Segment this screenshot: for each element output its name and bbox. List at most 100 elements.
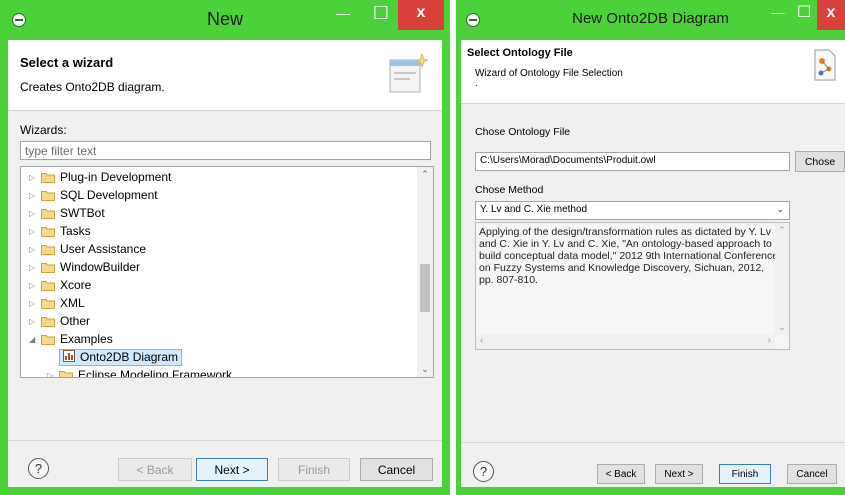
tree-item[interactable]: ▷ Xcore	[29, 276, 91, 294]
scroll-left-icon[interactable]: ‹	[480, 335, 483, 346]
method-description-area[interactable]: Applying of the design/transformation ru…	[475, 222, 790, 350]
wizards-label: Wizards:	[20, 123, 67, 137]
expand-arrow-right-icon[interactable]: ▷	[29, 173, 39, 182]
dialog-body: Select Ontology File Wizard of Ontology …	[461, 40, 845, 487]
expand-arrow-right-icon[interactable]: ▷	[47, 371, 57, 378]
method-label: Chose Method	[475, 184, 544, 196]
folder-icon	[41, 262, 55, 273]
maximize-button[interactable]: ☐	[364, 0, 398, 30]
expand-arrow-right-icon[interactable]: ▷	[29, 299, 39, 308]
close-button[interactable]: x	[398, 0, 444, 30]
finish-button[interactable]: Finish	[719, 464, 771, 484]
folder-icon	[41, 298, 55, 309]
scroll-down-icon[interactable]: ⌄	[775, 322, 789, 333]
tree-item-label: Plug-in Development	[60, 170, 172, 184]
method-select[interactable]: Y. Lv and C. Xie method ⌄	[475, 201, 790, 220]
tree-item[interactable]: ▷ User Assistance	[29, 240, 146, 258]
method-select-value: Y. Lv and C. Xie method	[480, 204, 588, 215]
header-description: Creates Onto2DB diagram.	[20, 80, 165, 94]
description-hscrollbar[interactable]: ‹ ›	[476, 335, 775, 349]
footer-separator	[461, 442, 845, 443]
new-wizard-window: New — ☐ x Select a wizard Creates Onto2D…	[0, 0, 450, 495]
wizard-header: Select Ontology File Wizard of Ontology …	[461, 40, 845, 104]
footer-separator	[8, 440, 442, 441]
expand-arrow-right-icon[interactable]: ▷	[29, 263, 39, 272]
folder-icon	[41, 244, 55, 255]
close-button[interactable]: x	[817, 0, 845, 30]
tree-item[interactable]: ▷ Other	[29, 312, 90, 330]
minimize-button[interactable]: —	[326, 0, 360, 30]
tree-item-label: Other	[60, 314, 91, 328]
scroll-up-icon[interactable]: ⌃	[417, 169, 433, 180]
scroll-down-icon[interactable]: ⌄	[417, 364, 433, 375]
folder-icon	[41, 208, 55, 219]
chose-file-button[interactable]: Chose	[795, 151, 845, 172]
method-description-text: Applying of the design/transformation ru…	[479, 226, 779, 286]
back-button[interactable]: < Back	[597, 464, 645, 484]
folder-icon	[41, 334, 55, 345]
filter-input[interactable]: type filter text	[20, 141, 431, 160]
cancel-button[interactable]: Cancel	[360, 458, 433, 481]
maximize-button[interactable]: ☐	[791, 0, 817, 30]
tree-item-label: SQL Development	[60, 188, 158, 202]
tree-item[interactable]: ◢ Examples	[29, 330, 113, 348]
header-dot: .	[475, 78, 478, 89]
title-bar[interactable]: New — ☐ x	[0, 0, 450, 40]
next-button[interactable]: Next >	[196, 458, 268, 481]
selection-highlight: Onto2DB Diagram	[59, 348, 183, 366]
tree-item-label: XML	[60, 296, 85, 310]
tree-item-selected[interactable]: Onto2DB Diagram	[47, 348, 183, 366]
tree-item-label: User Assistance	[60, 242, 147, 256]
scroll-right-icon[interactable]: ›	[768, 335, 771, 346]
tree-item-label: Tasks	[60, 224, 91, 238]
dialog-body: Select a wizard Creates Onto2DB diagram.…	[8, 40, 442, 487]
expand-arrow-right-icon[interactable]: ▷	[29, 317, 39, 326]
help-icon[interactable]: ?	[473, 461, 494, 482]
tree-item-label: Examples	[60, 332, 113, 346]
tree-item-label: Onto2DB Diagram	[80, 350, 179, 364]
scroll-up-icon[interactable]: ⌃	[775, 225, 789, 236]
tree-item[interactable]: ▷ Plug-in Development	[29, 168, 171, 186]
tree-item[interactable]: ▷ Tasks	[29, 222, 91, 240]
expand-arrow-right-icon[interactable]: ▷	[29, 281, 39, 290]
scroll-thumb[interactable]	[420, 264, 430, 312]
expand-arrow-right-icon[interactable]: ▷	[29, 227, 39, 236]
wizard-tree: ▷ Plug-in Development ▷ SQL Development ▷ SWT…	[20, 166, 434, 378]
wizard-header: Select a wizard Creates Onto2DB diagram.	[8, 40, 442, 111]
tree-item-label: Xcore	[60, 278, 92, 292]
cancel-button[interactable]: Cancel	[787, 464, 837, 484]
file-path-field[interactable]: C:\Users\Morad\Documents\Produit.owl	[475, 152, 790, 171]
finish-button[interactable]: Finish	[278, 458, 350, 481]
tree-item[interactable]: ▷ XML	[29, 294, 85, 312]
back-button[interactable]: < Back	[118, 458, 192, 481]
expand-arrow-right-icon[interactable]: ▷	[29, 191, 39, 200]
description-vscrollbar[interactable]: ⌃ ⌄	[775, 223, 789, 335]
tree-item[interactable]: ▷ SWTBot	[29, 204, 105, 222]
expand-arrow-right-icon[interactable]: ▷	[29, 209, 39, 218]
ontology-file-icon	[814, 49, 836, 81]
chevron-down-icon[interactable]: ⌄	[776, 204, 784, 215]
tree-item[interactable]: ▷ WindowBuilder	[29, 258, 140, 276]
onto2db-wizard-window: New Onto2DB Diagram — ☐ x Select Ontolog…	[456, 0, 845, 495]
tree-item[interactable]: ▷ Eclipse Modeling Framework	[47, 366, 232, 378]
next-button[interactable]: Next >	[655, 464, 703, 484]
wizard-banner-icon	[389, 53, 428, 93]
tree-scrollbar[interactable]: ⌃ ⌄	[417, 167, 433, 377]
folder-icon	[41, 226, 55, 237]
header-description: Wizard of Ontology File Selection	[475, 68, 623, 79]
file-label: Chose Ontology File	[475, 126, 571, 138]
tree-item-label: SWTBot	[60, 206, 105, 220]
folder-icon	[59, 370, 73, 377]
diagram-icon	[63, 349, 75, 365]
folder-icon	[41, 280, 55, 291]
tree-item[interactable]: ▷ SQL Development	[29, 186, 158, 204]
header-title: Select a wizard	[20, 55, 114, 70]
tree-item-label: WindowBuilder	[60, 260, 141, 274]
expand-arrow-right-icon[interactable]: ▷	[29, 245, 39, 254]
minimize-button[interactable]: —	[765, 0, 791, 30]
help-icon[interactable]: ?	[28, 458, 49, 479]
title-bar[interactable]: New Onto2DB Diagram — ☐ x	[456, 0, 845, 40]
folder-icon	[41, 316, 55, 327]
expand-arrow-down-icon[interactable]: ◢	[29, 335, 39, 344]
folder-icon	[41, 190, 55, 201]
